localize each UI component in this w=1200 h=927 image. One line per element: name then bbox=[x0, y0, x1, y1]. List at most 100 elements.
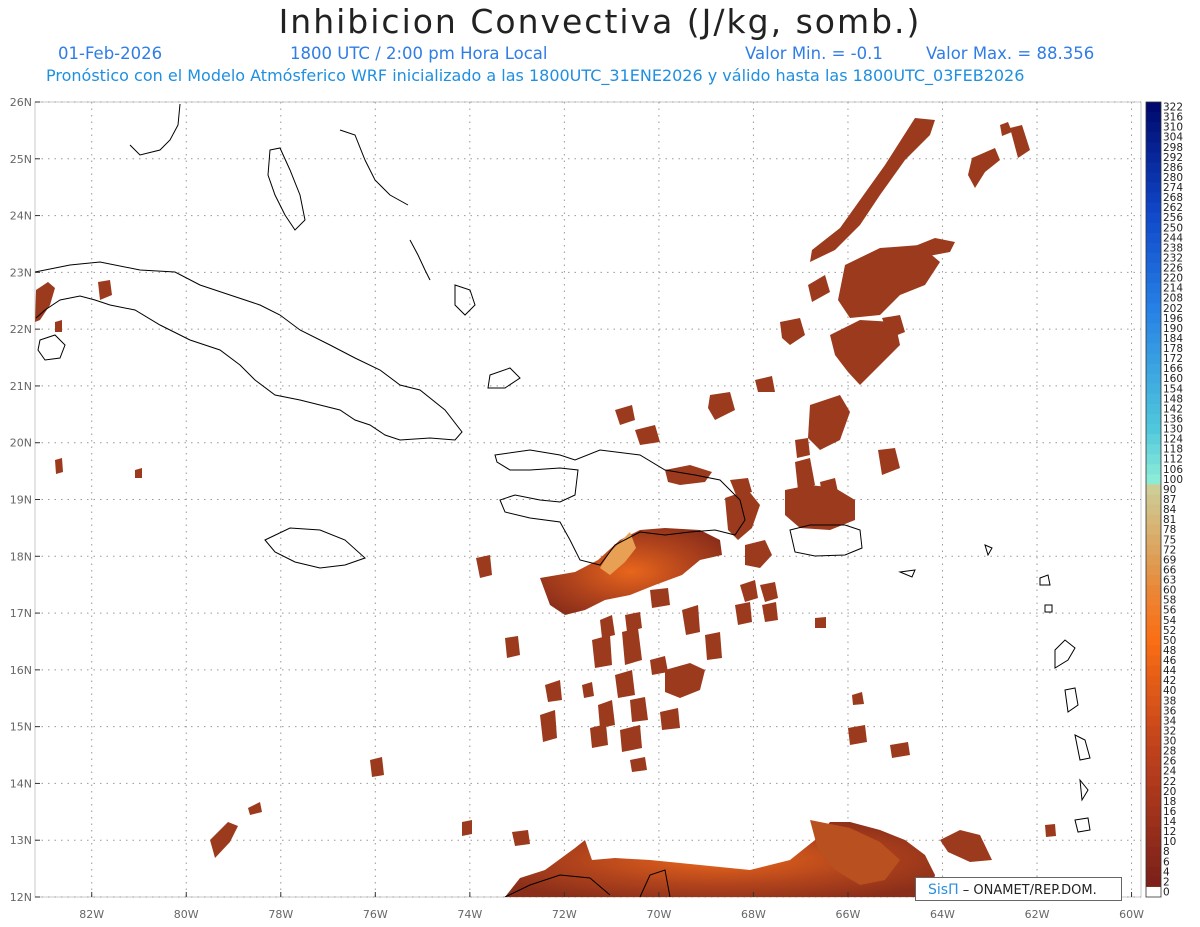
colorbar-swatch bbox=[1146, 494, 1161, 505]
colorbar-swatch bbox=[1146, 574, 1161, 586]
colorbar-swatch bbox=[1146, 514, 1161, 526]
colorbar-swatch bbox=[1146, 333, 1161, 344]
cin-region bbox=[540, 710, 557, 742]
colorbar-swatch bbox=[1146, 705, 1161, 717]
colorbar-swatch bbox=[1146, 876, 1161, 888]
colorbar-swatch bbox=[1146, 283, 1161, 294]
colorbar-swatch bbox=[1146, 504, 1161, 515]
colorbar-swatch bbox=[1146, 665, 1161, 677]
colorbar-swatch bbox=[1146, 816, 1161, 827]
lat-label: 22N bbox=[10, 323, 32, 336]
colorbar-swatch bbox=[1146, 212, 1161, 224]
colorbar-swatch bbox=[1146, 393, 1161, 405]
colorbar-swatch bbox=[1146, 635, 1161, 646]
lat-label: 13N bbox=[10, 834, 32, 847]
colorbar-swatch bbox=[1146, 826, 1161, 838]
colorbar-swatch bbox=[1146, 444, 1161, 455]
cin-region bbox=[815, 617, 826, 628]
colorbar-swatch bbox=[1146, 424, 1161, 435]
colorbar-swatch bbox=[1146, 735, 1161, 747]
lat-label: 16N bbox=[10, 664, 32, 677]
colorbar-swatch bbox=[1146, 776, 1161, 787]
colorbar-swatch bbox=[1146, 464, 1161, 475]
colorbar-swatch bbox=[1146, 615, 1161, 626]
colorbar-swatch bbox=[1146, 605, 1161, 616]
lon-label: 64W bbox=[930, 908, 955, 921]
cin-region bbox=[55, 458, 63, 474]
colorbar-swatch bbox=[1146, 846, 1161, 858]
cin-region bbox=[590, 724, 608, 748]
cin-region bbox=[650, 588, 670, 608]
colorbar-swatch bbox=[1146, 434, 1161, 445]
colorbar-swatch bbox=[1146, 806, 1161, 817]
colorbar-label: 0 bbox=[1163, 886, 1170, 898]
lat-label: 19N bbox=[10, 494, 32, 507]
lat-label: 25N bbox=[10, 153, 32, 166]
colorbar-swatch bbox=[1146, 152, 1161, 163]
credit-brand: SisΠ bbox=[928, 882, 959, 898]
colorbar-swatch bbox=[1146, 655, 1161, 666]
colorbar-swatch bbox=[1146, 182, 1161, 193]
lon-label: 62W bbox=[1025, 908, 1050, 921]
colorbar-swatch bbox=[1146, 232, 1161, 244]
lon-label: 68W bbox=[741, 908, 766, 921]
cin-region bbox=[512, 830, 530, 846]
cin-region bbox=[1045, 824, 1056, 837]
colorbar-swatch bbox=[1146, 585, 1161, 596]
colorbar-swatch bbox=[1146, 132, 1161, 143]
colorbar-swatch bbox=[1146, 685, 1161, 697]
colorbar-swatch bbox=[1146, 786, 1161, 797]
lat-label: 18N bbox=[10, 550, 32, 563]
cin-region bbox=[795, 438, 810, 458]
cin-region bbox=[598, 700, 615, 728]
colorbar-swatch bbox=[1146, 554, 1161, 566]
colorbar-swatch bbox=[1146, 856, 1161, 868]
colorbar-swatch bbox=[1146, 263, 1161, 274]
lon-label: 76W bbox=[363, 908, 388, 921]
lon-label: 66W bbox=[836, 908, 861, 921]
colorbar-swatch bbox=[1146, 122, 1161, 133]
colorbar-swatch bbox=[1146, 675, 1161, 687]
cin-region bbox=[370, 757, 384, 777]
colorbar: 3223163103042982922862802742682622562502… bbox=[1145, 102, 1183, 898]
map-canvas: 26N 25N 24N 23N 22N 21N 20N 19N 18N 17N 16N 15N 14N 1… bbox=[10, 96, 1184, 921]
colorbar-swatch bbox=[1146, 474, 1161, 485]
colorbar-swatch bbox=[1146, 102, 1161, 113]
colorbar-swatch bbox=[1146, 192, 1161, 204]
credit-box: SisΠ – ONAMET/REP.DOM. bbox=[915, 877, 1122, 901]
colorbar-swatch bbox=[1146, 886, 1161, 898]
colorbar-swatch bbox=[1146, 866, 1161, 878]
lat-label: 23N bbox=[10, 266, 32, 279]
lon-label: 74W bbox=[457, 908, 482, 921]
colorbar-swatch bbox=[1146, 595, 1161, 606]
colorbar-swatch bbox=[1146, 172, 1161, 183]
colorbar-swatch bbox=[1146, 403, 1161, 415]
lat-label: 17N bbox=[10, 607, 32, 620]
cin-region bbox=[705, 632, 722, 660]
colorbar-swatch bbox=[1146, 293, 1161, 304]
colorbar-swatch bbox=[1146, 222, 1161, 234]
colorbar-swatch bbox=[1146, 725, 1161, 737]
cin-region bbox=[615, 670, 635, 698]
colorbar-swatch bbox=[1146, 766, 1161, 777]
colorbar-swatch bbox=[1146, 303, 1161, 314]
colorbar-swatch bbox=[1146, 524, 1161, 536]
colorbar-swatch bbox=[1146, 383, 1161, 395]
cin-region bbox=[592, 635, 612, 668]
colorbar-swatch bbox=[1146, 544, 1161, 556]
lon-label: 78W bbox=[268, 908, 293, 921]
colorbar-swatch bbox=[1146, 625, 1161, 636]
lat-label: 14N bbox=[10, 777, 32, 790]
colorbar-swatch bbox=[1146, 273, 1161, 284]
colorbar-swatch bbox=[1146, 252, 1161, 264]
lat-label: 15N bbox=[10, 721, 32, 734]
colorbar-swatch bbox=[1146, 715, 1161, 727]
lon-label: 82W bbox=[79, 908, 104, 921]
lat-label: 24N bbox=[10, 210, 32, 223]
colorbar-swatch bbox=[1146, 202, 1161, 214]
colorbar-swatch bbox=[1146, 796, 1161, 807]
cin-region bbox=[735, 602, 752, 625]
cin-region bbox=[848, 725, 867, 745]
colorbar-swatch bbox=[1146, 242, 1161, 254]
cin-region bbox=[505, 636, 520, 658]
